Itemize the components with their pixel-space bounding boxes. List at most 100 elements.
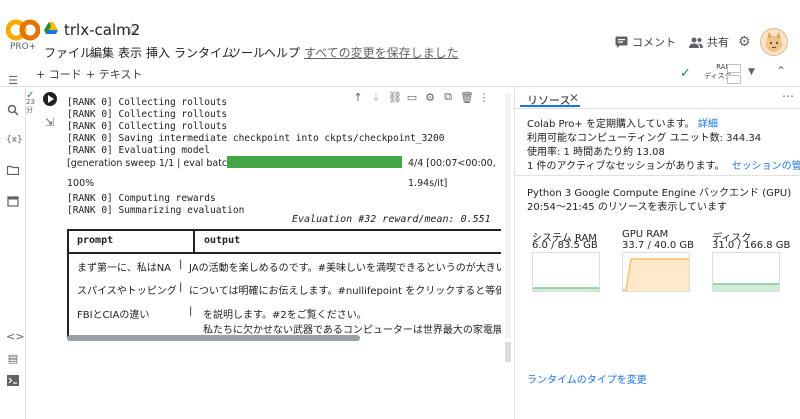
settings-gear-icon[interactable]: ⚙ [738, 34, 751, 50]
notebook-scroll-track[interactable] [505, 94, 511, 338]
add-text-button[interactable]: + テキスト [86, 66, 142, 82]
usage-rate-text: 使用率: 1 時間あたり約 13.08 [527, 143, 665, 158]
meter-label-gpu-ram: GPU RAM [622, 229, 668, 240]
delete-icon[interactable]: 🗑 [460, 91, 472, 104]
sessions-line: 1 件のアクティブなセッションがあります。 セッションの管理 [527, 157, 800, 172]
files-folder-icon[interactable] [6, 165, 20, 179]
move-up-icon[interactable]: ↑ [352, 91, 364, 104]
saved-status-link[interactable]: すべての変更を保存しました [304, 44, 459, 61]
table-cell-prompt: FBIとCIAの違い [77, 306, 149, 321]
menu-insert[interactable]: 挿入 [146, 44, 170, 61]
log-line: [RANK 0] Evaluating model [67, 145, 210, 156]
active-tab-indicator [520, 105, 580, 107]
log-line: [RANK 0] Collecting rollouts [67, 121, 227, 132]
meter-fill [713, 284, 779, 291]
mirror-cell-icon[interactable]: ⧉ [442, 90, 454, 104]
comment-button[interactable]: コメント [615, 34, 676, 50]
terminal-glyph [7, 375, 19, 386]
more-vert-icon[interactable]: ⋮ [478, 91, 490, 104]
move-down-icon[interactable]: ↓ [370, 91, 382, 104]
ram-bar [727, 64, 741, 73]
menu-runtime[interactable]: ランタイム [174, 44, 234, 61]
meter-value-system-ram: 6.0 / 83.5 GB [532, 240, 598, 251]
cell-toolbar: ↑ ↓ ⛓ ▭ ⚙ ⧉ 🗑 ⋮ [352, 89, 496, 105]
plan-badge: PRO+ [10, 42, 36, 52]
backend-title: Python 3 Google Compute Engine バックエンド (G… [527, 184, 791, 199]
table-cell-prompt: まず第一に、私はNA [77, 259, 171, 274]
share-button[interactable]: 共有 [689, 34, 729, 50]
manage-sessions-link[interactable]: セッションの管理 [732, 161, 800, 172]
menu-view[interactable]: 表示 [118, 44, 142, 61]
eval-summary: Evaluation #32 reward/mean: 0.551 [292, 214, 491, 225]
drive-icon[interactable] [44, 22, 58, 34]
log-line: [RANK 0] Computing rewards [67, 193, 216, 204]
output-actions-icon[interactable]: ⇲ [45, 116, 54, 129]
table-cell-sep: | [179, 282, 182, 293]
progress-fill [227, 156, 402, 168]
menu-help[interactable]: ヘルプ [264, 44, 300, 61]
people-icon [689, 37, 703, 48]
panel-divider[interactable] [514, 87, 515, 419]
log-line: [RANK 0] Saving intermediate checkpoint … [67, 133, 445, 144]
command-palette-icon[interactable]: ▤ [6, 352, 20, 366]
section-separator [515, 175, 800, 176]
connected-check-icon: ✓ [680, 66, 691, 81]
table-border [67, 229, 69, 339]
menu-edit[interactable]: 編集 [90, 44, 114, 61]
menu-tools[interactable]: ツール [229, 44, 265, 61]
comment-icon[interactable]: ▭ [406, 91, 418, 104]
table-cell-output: 私たちに欠かせない武器であるコンピューターは世界最大の家電展示会 [203, 321, 501, 336]
change-runtime-type-link[interactable]: ランタイムのタイプを変更 [527, 371, 647, 386]
collapse-chevron-icon[interactable]: ⌃ [776, 64, 786, 78]
table-border [67, 252, 501, 254]
resource-meter[interactable] [727, 64, 741, 82]
code-snippets-icon[interactable]: <> [6, 330, 20, 344]
log-line: [RANK 0] Collecting rollouts [67, 97, 227, 108]
panel-separator [515, 108, 800, 109]
table-cell-sep: | [189, 306, 192, 317]
link-icon[interactable]: ⛓ [388, 91, 400, 104]
meter-sparkline [713, 253, 779, 291]
star-icon[interactable]: ☆ [126, 20, 139, 38]
runtime-dropdown-icon[interactable]: ▼ [748, 67, 755, 77]
key-glyph [7, 195, 19, 207]
sessions-text: 1 件のアクティブなセッションがあります。 [527, 161, 724, 172]
comment-label: コメント [632, 34, 676, 50]
table-cell-output: JAの活動を楽しめるのです。#美味しいを満喫できるというのが大きいよね。 [189, 259, 501, 274]
meter-value-disk: 31.0 / 166.8 GB [712, 240, 790, 251]
table-cell-output: については明確にお伝えします。#nullifepoint をクリックすると等価で [189, 282, 501, 297]
table-cell-prompt: スパイスやトッピング [77, 282, 177, 297]
comment-icon [615, 36, 628, 48]
disk-bar [727, 75, 741, 84]
vertical-scrollbar-thumb[interactable] [505, 342, 511, 362]
more-horiz-icon[interactable]: ⋯ [782, 89, 794, 103]
share-label: 共有 [707, 34, 729, 50]
horizontal-scrollbar[interactable] [67, 335, 360, 341]
variables-icon[interactable]: {x} [6, 135, 20, 149]
table-cell-sep: | [179, 259, 182, 270]
terminal-icon[interactable] [6, 375, 20, 389]
search-icon[interactable] [6, 104, 20, 118]
toc-icon[interactable]: ☰ [6, 74, 20, 88]
meter-sparkline [533, 253, 599, 291]
progress-stats: 4/4 [00:07<00:00, [408, 158, 496, 169]
eval-table: prompt output まず第一に、私はNA | JAの活動を楽しめるのです… [67, 229, 501, 339]
folder-glyph [7, 165, 19, 175]
gear-icon[interactable]: ⚙ [424, 91, 436, 104]
run-cell-button[interactable] [43, 92, 57, 106]
table-header-output: output [204, 235, 240, 246]
meter-value-gpu-ram: 33.7 / 40.0 GB [622, 240, 694, 251]
close-tab-icon[interactable]: ✕ [569, 91, 579, 105]
subscription-line: Colab Pro+ を定期購入しています。 詳細 [527, 115, 718, 130]
add-code-button[interactable]: + コード [36, 66, 82, 82]
colab-logo[interactable] [6, 18, 40, 42]
secrets-key-icon[interactable] [6, 195, 20, 209]
meter-graph-system-ram [532, 252, 600, 292]
user-avatar[interactable] [760, 28, 788, 56]
magnifier-glyph [7, 104, 19, 116]
exec-count: 23 [26, 98, 35, 106]
compute-units-text: 利用可能なコンピューティング ユニット数: 344.34 [527, 129, 761, 144]
backend-time-range: 20:54〜21:45 のリソースを表示しています [527, 198, 727, 213]
menu-file[interactable]: ファイル [44, 44, 92, 61]
log-line: [RANK 0] Collecting rollouts [67, 109, 227, 120]
